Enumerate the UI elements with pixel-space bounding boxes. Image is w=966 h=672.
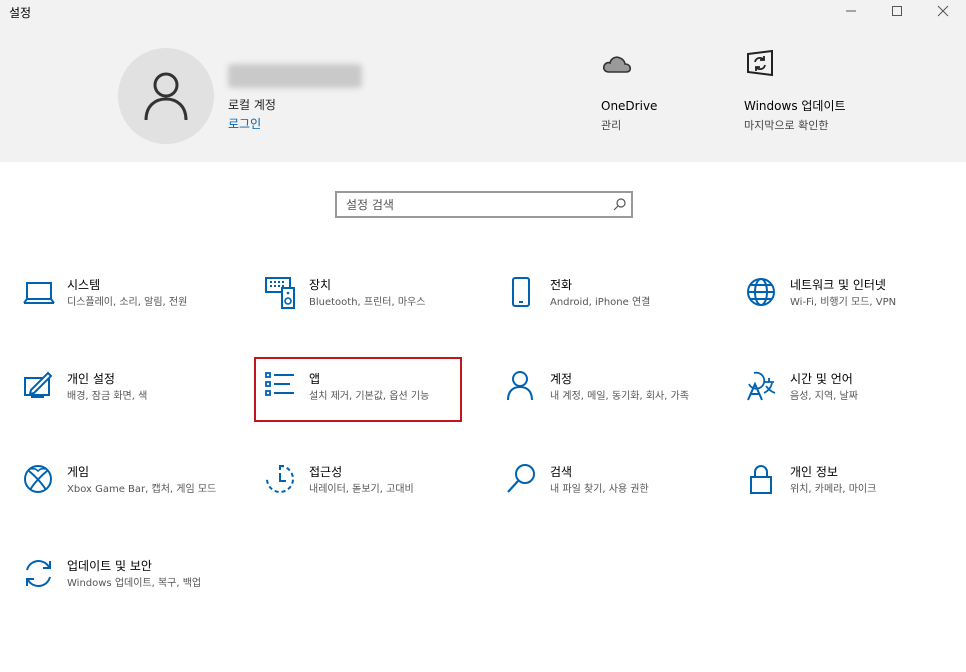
tile-phone[interactable]: 전화 Android, iPhone 연결 [505, 276, 720, 346]
login-link[interactable]: 로그인 [228, 115, 261, 132]
minimize-button[interactable] [828, 0, 874, 22]
settings-window: 설정 로컬 계정 로그인 OneDrive 관리 Windows 업데이트 마지… [0, 0, 966, 672]
tile-time-language[interactable]: 시간 및 언어 음성, 지역, 날짜 [745, 370, 960, 440]
tile-time-language-desc: 음성, 지역, 날짜 [790, 391, 858, 402]
tile-gaming-desc: Xbox Game Bar, 캡처, 게임 모드 [67, 484, 217, 495]
tile-devices-desc: Bluetooth, 프린터, 마우스 [309, 297, 426, 308]
language-icon [747, 371, 776, 401]
tile-accounts[interactable]: 계정 내 계정, 메일, 동기화, 회사, 가족 [505, 370, 720, 440]
window-controls [828, 0, 966, 22]
tile-update-security-title: 업데이트 및 보안 [67, 559, 152, 573]
tile-accounts-desc: 내 계정, 메일, 동기화, 회사, 가족 [550, 391, 690, 402]
maximize-icon [892, 6, 902, 16]
search-icon[interactable] [613, 198, 626, 211]
windows-update-title: Windows 업데이트 [744, 99, 846, 113]
tile-system-title: 시스템 [67, 278, 101, 292]
onedrive-subtitle: 관리 [601, 119, 622, 132]
tile-system[interactable]: 시스템 디스플레이, 소리, 알림, 전원 [22, 276, 237, 346]
avatar[interactable] [118, 48, 214, 144]
tile-devices[interactable]: 장치 Bluetooth, 프린터, 마우스 [264, 276, 479, 346]
ease-of-access-icon [266, 465, 294, 493]
close-icon [937, 5, 949, 17]
window-title: 설정 [9, 5, 32, 20]
account-name-blurred [228, 64, 362, 88]
tile-gaming[interactable]: 게임 Xbox Game Bar, 캡처, 게임 모드 [22, 463, 237, 533]
tile-phone-title: 전화 [550, 278, 573, 292]
phone-icon [512, 277, 530, 307]
tile-system-desc: 디스플레이, 소리, 알림, 전원 [67, 297, 188, 308]
sync-icon [747, 49, 773, 77]
search-icon [507, 464, 535, 493]
tile-phone-desc: Android, iPhone 연결 [550, 297, 651, 308]
tile-search-desc: 내 파일 찾기, 사용 권한 [550, 484, 649, 495]
tile-time-language-title: 시간 및 언어 [790, 372, 853, 386]
tile-personalization-title: 개인 설정 [67, 372, 115, 386]
laptop-icon [23, 282, 55, 304]
tile-ease-of-access-desc: 내레이터, 돋보기, 고대비 [309, 484, 414, 495]
devices-icon [265, 277, 295, 309]
minimize-icon [846, 10, 856, 12]
search-input[interactable] [337, 193, 607, 216]
tile-network-title: 네트워크 및 인터넷 [790, 278, 886, 292]
tile-personalization[interactable]: 개인 설정 배경, 잠금 화면, 색 [22, 370, 237, 440]
lock-icon [750, 465, 772, 494]
refresh-icon [26, 560, 51, 587]
tile-privacy-desc: 위치, 카메라, 마이크 [790, 484, 877, 495]
tile-ease-of-access-title: 접근성 [309, 465, 343, 479]
settings-search-box[interactable] [335, 191, 633, 218]
title-bar: 설정 [0, 0, 966, 24]
account-header: 로컬 계정 로그인 OneDrive 관리 Windows 업데이트 마지막으로… [0, 24, 966, 162]
paint-icon [24, 371, 53, 398]
tile-update-security-desc: Windows 업데이트, 복구, 백업 [67, 578, 202, 589]
tile-search[interactable]: 검색 내 파일 찾기, 사용 권한 [505, 463, 720, 533]
tile-privacy[interactable]: 개인 정보 위치, 카메라, 마이크 [745, 463, 960, 533]
tile-privacy-title: 개인 정보 [790, 465, 838, 479]
tile-ease-of-access[interactable]: 접근성 내레이터, 돋보기, 고대비 [264, 463, 479, 533]
tile-apps[interactable]: 앱 설치 제거, 기본값, 옵션 기능 [264, 370, 479, 440]
tile-search-title: 검색 [550, 465, 573, 479]
tile-gaming-title: 게임 [67, 465, 90, 479]
quick-link-windows-update[interactable]: Windows 업데이트 마지막으로 확인한 [744, 48, 854, 133]
tile-devices-title: 장치 [309, 278, 332, 292]
person-icon [507, 371, 533, 401]
tile-network-desc: Wi-Fi, 비행기 모드, VPN [790, 297, 897, 308]
tile-apps-desc: 설치 제거, 기본값, 옵션 기능 [309, 391, 430, 402]
apps-list-icon [265, 372, 294, 396]
cloud-icon [602, 56, 632, 73]
xbox-icon [24, 465, 52, 493]
maximize-button[interactable] [874, 0, 920, 22]
tile-update-security[interactable]: 업데이트 및 보안 Windows 업데이트, 복구, 백업 [22, 557, 237, 627]
onedrive-title: OneDrive [601, 99, 658, 113]
tile-personalization-desc: 배경, 잠금 화면, 색 [67, 391, 148, 402]
user-icon [144, 72, 188, 121]
account-type: 로컬 계정 [228, 98, 276, 112]
quick-link-onedrive[interactable]: OneDrive 관리 [601, 48, 721, 133]
tile-apps-title: 앱 [309, 372, 321, 386]
globe-icon [747, 278, 775, 306]
tile-accounts-title: 계정 [550, 372, 573, 386]
close-button[interactable] [920, 0, 966, 22]
tile-network[interactable]: 네트워크 및 인터넷 Wi-Fi, 비행기 모드, VPN [745, 276, 960, 346]
windows-update-subtitle: 마지막으로 확인한 [744, 119, 829, 132]
